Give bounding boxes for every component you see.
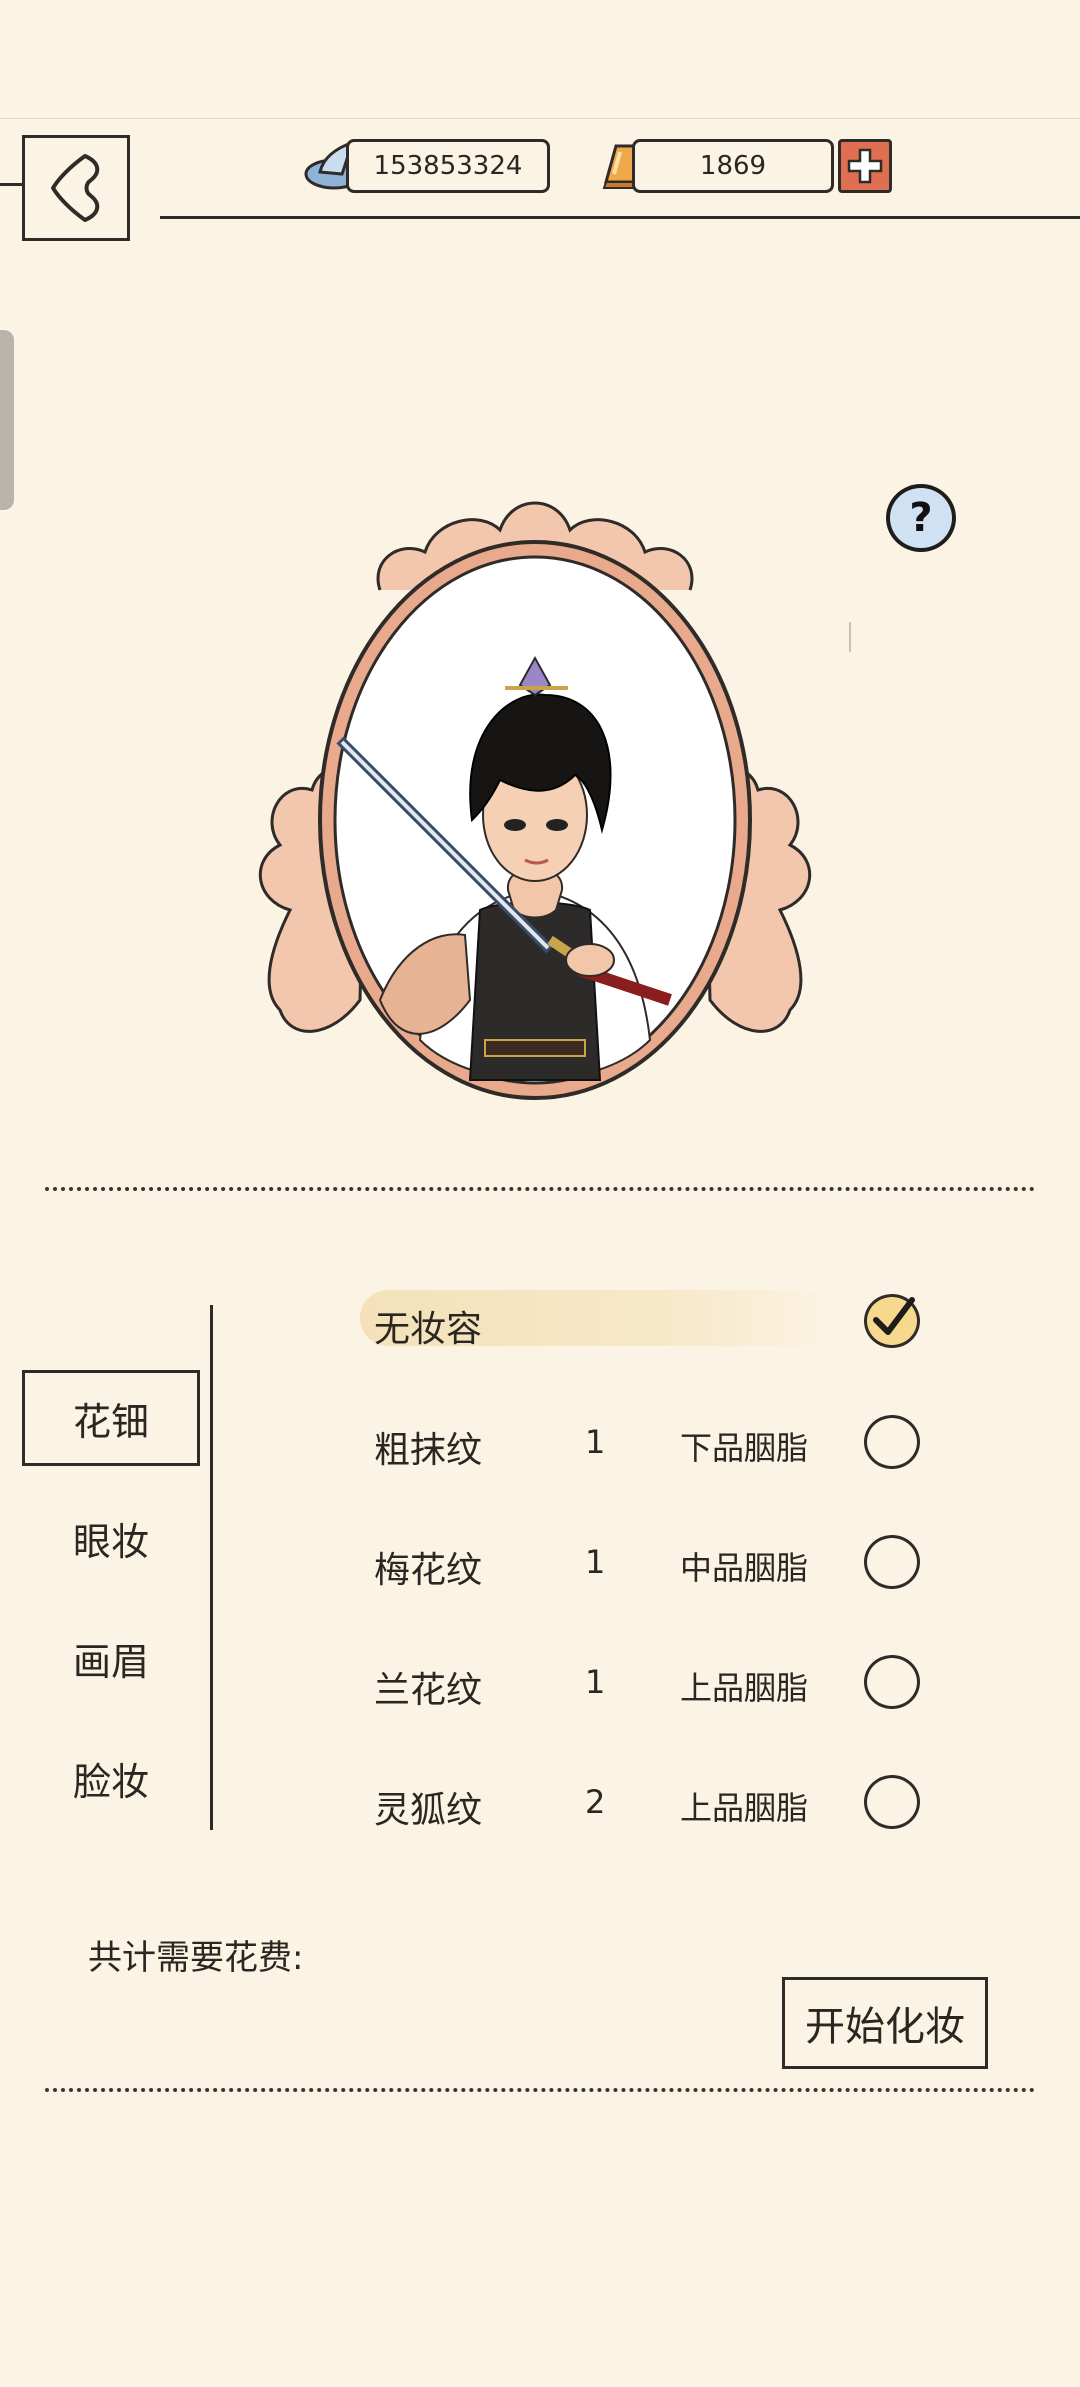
option-lanhuawen[interactable]: 兰花纹 1 上品胭脂	[360, 1643, 940, 1723]
option-count: 1	[585, 1663, 606, 1701]
start-makeup-button[interactable]: 开始化妆	[782, 1977, 988, 2069]
start-makeup-label: 开始化妆	[805, 2004, 965, 2050]
option-radio[interactable]	[864, 1415, 920, 1469]
option-cost: 上品胭脂	[680, 1789, 809, 1827]
mirror-frame	[258, 501, 812, 1100]
option-radio[interactable]	[864, 1655, 920, 1709]
option-cost: 下品胭脂	[680, 1429, 809, 1467]
cursor-mark	[849, 622, 851, 652]
option-radio[interactable]	[864, 1535, 920, 1589]
silver-counter: 153853324	[346, 139, 550, 193]
help-label: ?	[909, 495, 933, 541]
option-cost: 上品胭脂	[680, 1669, 809, 1707]
option-name: 粗抹纹	[374, 1430, 483, 1471]
option-name: 梅花纹	[374, 1550, 483, 1591]
option-cumowen[interactable]: 粗抹纹 1 下品胭脂	[360, 1403, 940, 1483]
silver-value: 153853324	[373, 151, 523, 181]
checkmark-icon	[873, 1297, 915, 1335]
tab-label: 眼妆	[72, 1519, 149, 1564]
tab-lianzhuang[interactable]: 脸妆	[22, 1730, 200, 1826]
option-name: 灵狐纹	[374, 1790, 483, 1831]
help-button[interactable]: ?	[886, 484, 956, 552]
back-button[interactable]	[22, 135, 130, 241]
character-portrait	[250, 480, 820, 1100]
section-divider-top	[45, 1187, 1035, 1191]
header-line	[160, 216, 1080, 219]
tab-huamei[interactable]: 画眉	[22, 1610, 200, 1706]
option-name: 无妆容	[374, 1309, 483, 1350]
option-radio[interactable]	[864, 1775, 920, 1829]
option-none[interactable]: 无妆容	[360, 1282, 940, 1362]
option-count: 1	[585, 1543, 606, 1581]
option-linghuwen[interactable]: 灵狐纹 2 上品胭脂	[360, 1763, 940, 1843]
option-name: 兰花纹	[374, 1670, 483, 1711]
option-radio[interactable]	[864, 1294, 920, 1348]
option-meihuawen[interactable]: 梅花纹 1 中品胭脂	[360, 1523, 940, 1603]
tab-label: 花钿	[72, 1399, 149, 1444]
plus-icon	[847, 148, 883, 184]
section-divider-bottom	[45, 2088, 1035, 2092]
status-divider	[0, 118, 1080, 119]
back-arrow-icon	[51, 154, 100, 222]
option-cost: 中品胭脂	[680, 1549, 809, 1587]
header-line-left	[0, 183, 22, 186]
tab-huadian[interactable]: 花钿	[22, 1370, 200, 1466]
tab-label: 画眉	[72, 1639, 149, 1684]
option-count: 2	[585, 1783, 606, 1821]
tab-yanzhuang[interactable]: 眼妆	[22, 1490, 200, 1586]
option-count: 1	[585, 1423, 606, 1461]
add-gold-button[interactable]	[838, 139, 892, 193]
side-drawer-handle[interactable]	[0, 330, 14, 510]
total-cost-label: 共计需要花费:	[88, 1938, 304, 1978]
tab-divider	[210, 1305, 213, 1830]
gold-counter: 1869	[632, 139, 834, 193]
gold-value: 1869	[699, 151, 767, 181]
tab-label: 脸妆	[72, 1759, 149, 1804]
